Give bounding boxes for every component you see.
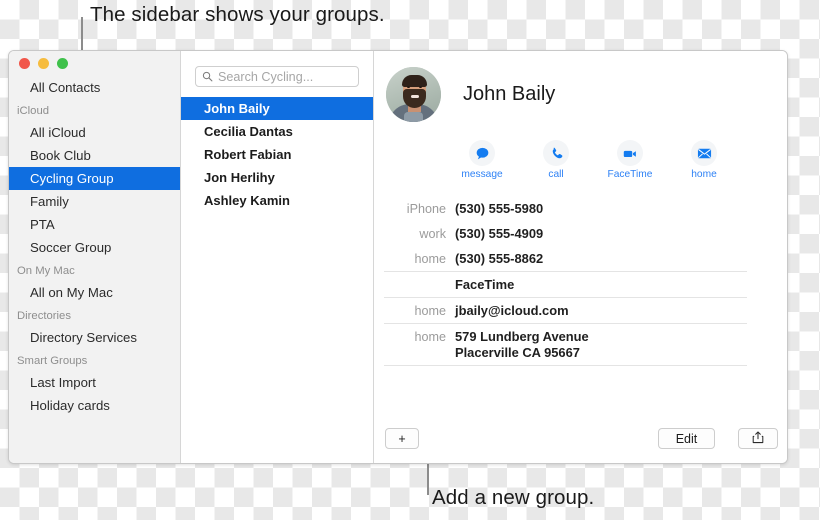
field-separator [384, 365, 747, 366]
search-icon [202, 71, 213, 82]
field-group: iPhone (530) 555-5980 work (530) 555-4909 ho… [374, 196, 767, 271]
sidebar-item-book-club[interactable]: Book Club [9, 144, 180, 167]
quick-action-label: message [461, 169, 503, 180]
window-traffic-lights [9, 51, 180, 76]
list-item[interactable]: John Baily [181, 97, 373, 120]
field-row[interactable]: iPhone (530) 555-5980 [374, 196, 767, 221]
screenshot-root: The sidebar shows your groups. Add a new… [0, 0, 820, 520]
field-value: FaceTime [455, 276, 515, 292]
field-value: jbaily@icloud.com [455, 302, 569, 318]
quick-action-facetime[interactable]: FaceTime [607, 140, 653, 180]
search-field[interactable] [195, 66, 359, 87]
field-label: iPhone [406, 201, 446, 216]
quick-action-row: message call FaceTime home [374, 140, 787, 180]
sidebar-item-directory-services[interactable]: Directory Services [9, 326, 180, 349]
field-row[interactable]: home (530) 555-8862 [374, 246, 767, 271]
close-window-button[interactable] [19, 58, 30, 69]
field-group: home jbaily@icloud.com [374, 298, 767, 323]
sidebar-item-cycling-group[interactable]: Cycling Group [9, 167, 180, 190]
sidebar-item-holiday-cards[interactable]: Holiday cards [9, 394, 180, 417]
field-value: (530) 555-8862 [455, 250, 544, 266]
field-label: home [414, 303, 446, 318]
quick-action-label: FaceTime [607, 169, 653, 180]
sidebar-sections: iCloud All iCloud Book Club Cycling Group Fa… [9, 99, 180, 417]
list-item[interactable]: Cecilia Dantas [181, 120, 373, 143]
sidebar-item-pta[interactable]: PTA [9, 213, 180, 236]
sidebar-item-all-icloud[interactable]: All iCloud [9, 121, 180, 144]
phone-icon [543, 140, 569, 166]
field-row[interactable]: FaceTime [374, 272, 767, 297]
add-group-button[interactable]: + [385, 428, 419, 449]
sidebar-section-header: On My Mac [17, 265, 75, 277]
zoom-window-button[interactable] [57, 58, 68, 69]
list-item[interactable]: Robert Fabian [181, 143, 373, 166]
contact-list: John Baily Cecilia Dantas Robert Fabian Jon… [181, 97, 373, 212]
sidebar-item-all-contacts[interactable]: All Contacts [9, 76, 180, 99]
field-value: 579 Lundberg Avenue Placerville CA 95667 [455, 328, 589, 360]
quick-action-label: call [548, 169, 564, 180]
sidebar-section-header: iCloud [17, 105, 50, 117]
quick-action-home[interactable]: home [681, 140, 727, 180]
video-camera-icon [617, 140, 643, 166]
callout-text-bottom: Add a new group. [432, 486, 595, 509]
field-value: (530) 555-5980 [455, 200, 544, 216]
minimize-window-button[interactable] [38, 58, 49, 69]
field-label: home [414, 329, 446, 344]
field-row[interactable]: work (530) 555-4909 [374, 221, 767, 246]
contact-detail-pane: John Baily message call FaceTime home iPhon… [374, 51, 787, 463]
avatar[interactable] [386, 67, 441, 122]
quick-action-message[interactable]: message [459, 140, 505, 180]
share-button[interactable] [738, 428, 778, 449]
search-input[interactable] [218, 69, 358, 84]
plus-icon: + [398, 431, 406, 446]
envelope-icon [691, 140, 717, 166]
sidebar-section-header: Smart Groups [17, 355, 88, 367]
field-label: home [414, 251, 446, 266]
search-container [181, 51, 373, 87]
bottom-toolbar: + Edit [374, 419, 787, 463]
quick-action-label: home [691, 169, 717, 180]
quick-action-call[interactable]: call [533, 140, 579, 180]
field-label: work [419, 226, 446, 241]
field-row[interactable]: home jbaily@icloud.com [374, 298, 767, 323]
sidebar-item-all-on-my-mac[interactable]: All on My Mac [9, 281, 180, 304]
contact-fields: iPhone (530) 555-5980 work (530) 555-4909 ho… [374, 196, 787, 366]
list-item[interactable]: Ashley Kamin [181, 189, 373, 212]
message-bubble-icon [469, 140, 495, 166]
sidebar-section-header: Directories [17, 310, 71, 322]
contacts-app-window: All Contacts iCloud All iCloud Book Club Cy… [8, 50, 788, 464]
field-group: FaceTime [374, 272, 767, 297]
callout-text-top: The sidebar shows your groups. [90, 3, 385, 26]
list-item[interactable]: Jon Herlihy [181, 166, 373, 189]
field-group: home 579 Lundberg Avenue Placerville CA 9… [374, 324, 767, 365]
field-value: (530) 555-4909 [455, 225, 544, 241]
sidebar-item-soccer-group[interactable]: Soccer Group [9, 236, 180, 259]
contact-list-column: John BailyCecilia DantasRobert FabianJon… [181, 51, 374, 463]
contact-name: John Baily [463, 83, 556, 105]
contact-header: John Baily [374, 51, 787, 122]
edit-button[interactable]: Edit [658, 428, 715, 449]
field-row[interactable]: home 579 Lundberg Avenue Placerville CA 9… [374, 324, 767, 365]
sidebar: All Contacts iCloud All iCloud Book Club Cy… [9, 51, 181, 463]
sidebar-item-family[interactable]: Family [9, 190, 180, 213]
share-icon [752, 430, 764, 447]
sidebar-item-last-import[interactable]: Last Import [9, 371, 180, 394]
